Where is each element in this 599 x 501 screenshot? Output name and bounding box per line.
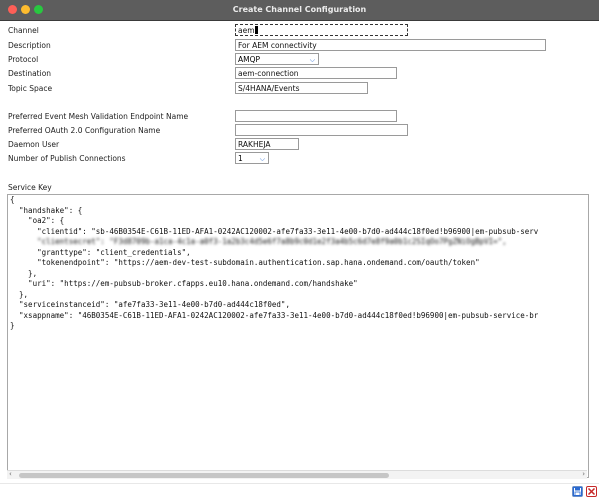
scroll-left-icon[interactable]: ‹ [9, 470, 12, 478]
channel-field[interactable]: aem [235, 24, 408, 36]
protocol-value: AMQP [238, 55, 261, 64]
destination-field[interactable]: aem-connection [235, 67, 397, 79]
description-label: Description [8, 41, 51, 50]
key-line: "oa2": { [10, 216, 65, 225]
channel-label: Channel [8, 26, 39, 35]
key-line: } [10, 321, 15, 330]
pref-oauth-label: Preferred OAuth 2.0 Configuration Name [8, 126, 161, 135]
chevron-down-icon: ⌵ [309, 56, 315, 64]
key-line: "tokenendpoint": "https://aem-dev-test-s… [10, 258, 480, 267]
save-icon [573, 487, 582, 496]
service-key-label: Service Key [8, 183, 52, 192]
description-field[interactable]: For AEM connectivity [235, 39, 546, 51]
title-bar: Create Channel Configuration [0, 0, 599, 21]
close-button[interactable] [586, 486, 597, 497]
pref-oauth-field[interactable] [235, 124, 408, 136]
key-line: "xsappname": "46B0354E-C61B-11ED-AFA1-02… [10, 310, 539, 320]
scrollbar-thumb[interactable] [19, 473, 389, 478]
publish-connections-label: Number of Publish Connections [8, 154, 126, 163]
channel-value: aem [238, 26, 255, 35]
scroll-right-icon[interactable]: › [582, 470, 585, 478]
daemon-user-label: Daemon User [8, 140, 60, 149]
window-title: Create Channel Configuration [232, 5, 367, 14]
horizontal-scrollbar[interactable]: ‹ › [7, 470, 587, 479]
key-line: { [10, 195, 15, 204]
key-line-redacted: "clientsecret": "F3d8709b-a1ca-4c1a-a0f3… [10, 237, 507, 246]
text-caret [254, 26, 258, 34]
topic-space-label: Topic Space [8, 84, 53, 93]
pref-endpoint-label: Preferred Event Mesh Validation Endpoint… [8, 112, 189, 121]
protocol-select[interactable]: AMQP ⌵ [235, 53, 319, 65]
bottom-toolbar [0, 483, 599, 501]
pref-endpoint-field[interactable] [235, 110, 397, 122]
key-line: "clientid": "sb-46B0354E-C61B-11ED-AFA1-… [10, 226, 539, 236]
topic-space-field[interactable]: S/4HANA/Events [235, 82, 368, 94]
chevron-down-icon: ⌵ [259, 155, 265, 163]
key-line: }, [10, 289, 29, 299]
save-button[interactable] [572, 486, 583, 497]
daemon-user-field[interactable]: RAKHEJA [235, 138, 299, 150]
key-line: "serviceinstanceid": "afe7fa33-3e11-4e00… [10, 300, 290, 309]
key-line: }, [10, 268, 38, 278]
key-line: "granttype": "client_credentials", [10, 247, 191, 257]
key-line: "handshake": { [10, 205, 83, 215]
publish-connections-select[interactable]: 1 ⌵ [235, 152, 269, 164]
protocol-label: Protocol [8, 55, 39, 64]
service-key-content: { "handshake": { "oa2": { "clientid": "s… [10, 195, 538, 332]
close-icon [587, 487, 596, 496]
key-line: "uri": "https://em-pubsub-broker.cfapps.… [10, 279, 358, 288]
publish-connections-value: 1 [238, 154, 243, 163]
destination-label: Destination [8, 69, 52, 78]
service-key-textarea[interactable]: { "handshake": { "oa2": { "clientid": "s… [7, 194, 589, 478]
